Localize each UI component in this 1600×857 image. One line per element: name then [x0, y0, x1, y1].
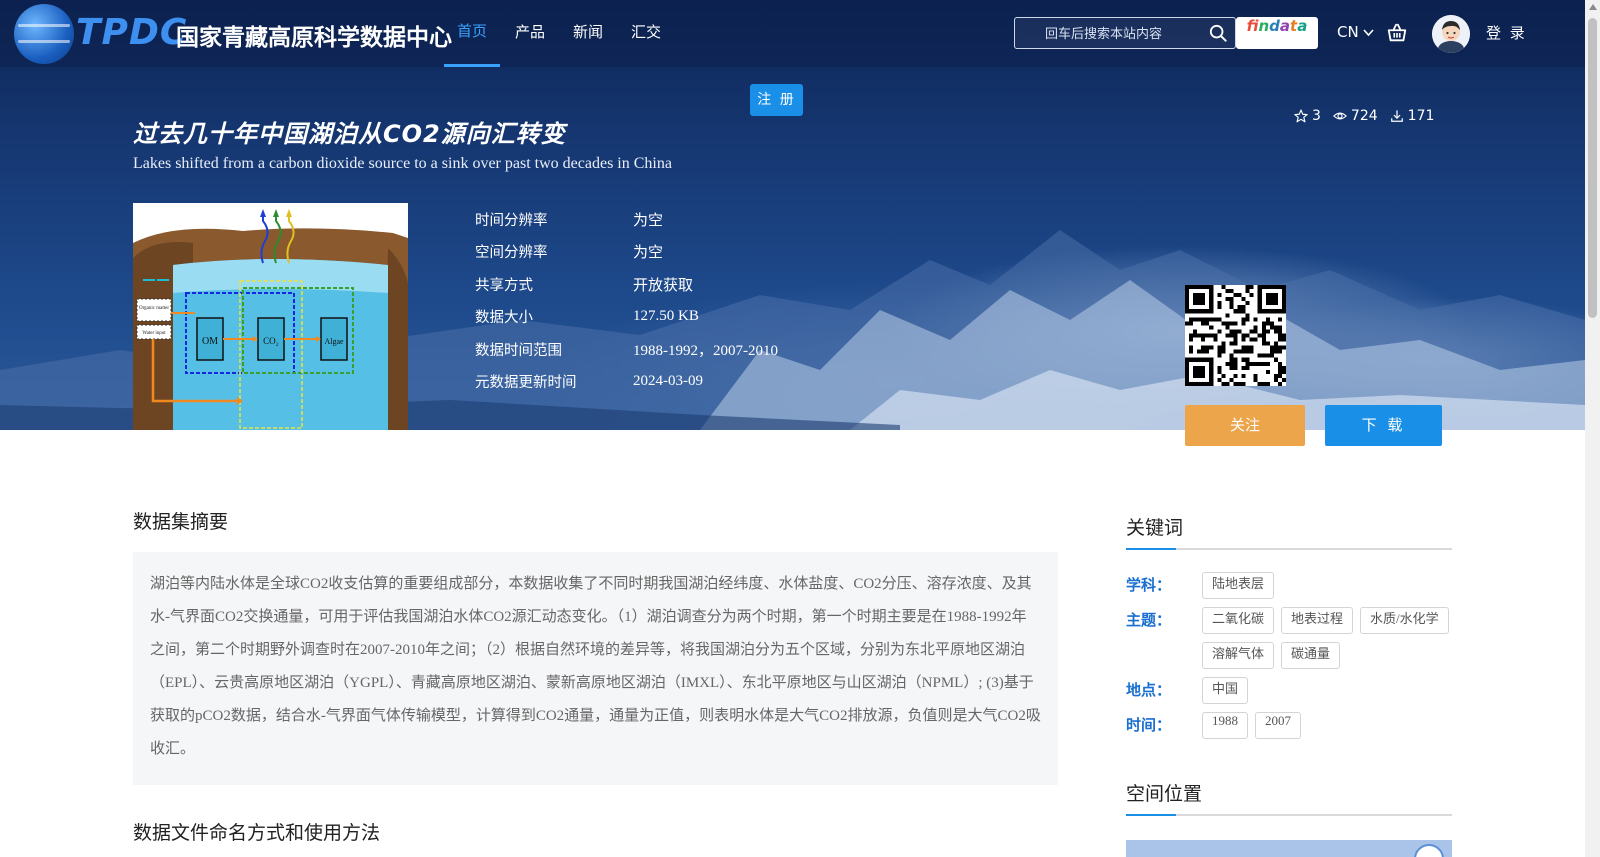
keyword-row-place: 地点： 中国 [1126, 677, 1452, 704]
scroll-thumb[interactable] [1588, 18, 1597, 318]
keyword-tag[interactable]: 溶解气体 [1202, 642, 1275, 669]
file-naming-title: 数据文件命名方式和使用方法 [133, 822, 381, 844]
diagram-left-label-1: Organic matter [139, 306, 169, 311]
keyword-tag[interactable]: 中国 [1202, 677, 1249, 704]
keyword-tag[interactable]: 地表过程 [1281, 607, 1354, 634]
search-box [1014, 17, 1236, 49]
dataset-meta: 时间分辨率 为空 空间分辨率 为空 共享方式 开放获取 数据大小 127.50 KB 数… [475, 203, 778, 398]
language-label: CN [1337, 23, 1359, 41]
downloads-count: 171 [1407, 108, 1435, 124]
register-button[interactable]: 注 册 [750, 84, 803, 116]
site-name[interactable]: 国家青藏高原科学数据中心 [176, 18, 452, 52]
download-button[interactable]: 下 载 [1325, 405, 1442, 446]
follow-button[interactable]: 关注 [1185, 405, 1305, 446]
meta-value: 为空 [633, 245, 664, 262]
dataset-title-cn: 过去几十年中国湖泊从CO2源向汇转变 [133, 120, 566, 148]
meta-label: 数据大小 [475, 310, 533, 327]
meta-row: 共享方式 开放获取 [475, 268, 778, 301]
keyword-label-place: 地点： [1126, 681, 1172, 699]
stat-downloads: 171 [1390, 108, 1435, 124]
dataset-title-en: Lakes shifted from a carbon dioxide sour… [133, 155, 672, 172]
meta-label: 元数据更新时间 [475, 375, 577, 392]
meta-label: 共享方式 [475, 277, 533, 294]
keywords-panel: 关键词 [1126, 513, 1452, 550]
logo-globe-icon[interactable] [14, 4, 74, 64]
stat-views: 724 [1332, 108, 1378, 124]
meta-row: 空间分辨率 为空 [475, 236, 778, 269]
keyword-tag[interactable]: 水质/水化学 [1360, 607, 1449, 634]
logo-text[interactable]: TPDC [76, 12, 187, 53]
keyword-tag[interactable]: 陆地表层 [1202, 572, 1275, 599]
scroll-up-icon[interactable] [1589, 4, 1597, 10]
star-icon [1294, 109, 1308, 123]
meta-value: 1988-1992，2007-2010 [633, 342, 778, 359]
diagram-algae-label: Algae [324, 337, 344, 346]
meta-value: 开放获取 [633, 277, 694, 294]
keyword-label-theme: 主题： [1126, 611, 1172, 629]
keyword-tags: 陆地表层 [1202, 572, 1452, 599]
top-header: TPDC 国家青藏高原科学数据中心 首页 产品 新闻 汇交 findata CN [0, 0, 1585, 67]
keyword-tags: 二氧化碳 地表过程 水质/水化学 溶解气体 碳通量 [1202, 607, 1452, 669]
diagram-om-label: OM [202, 336, 218, 347]
spatial-title: 空间位置 [1126, 779, 1452, 816]
keyword-label-subject: 学科： [1126, 576, 1172, 594]
views-count: 724 [1350, 108, 1378, 124]
cart-icon[interactable] [1386, 22, 1408, 44]
stat-stars[interactable]: 3 [1294, 108, 1321, 124]
keyword-tag[interactable]: 二氧化碳 [1202, 607, 1275, 634]
keyword-tag[interactable]: 碳通量 [1281, 642, 1341, 669]
abstract-text: 湖泊等内陆水体是全球CO2收支估算的重要组成部分，本数据收集了不同时期我国湖泊经… [133, 552, 1058, 785]
user-avatar[interactable] [1432, 15, 1470, 53]
meta-value: 2024-03-09 [633, 373, 703, 390]
keyword-tags: 中国 [1202, 677, 1452, 704]
diagram-co2-label: CO₂ [263, 336, 279, 346]
keyword-label-time: 时间： [1126, 716, 1172, 734]
chevron-down-icon [1363, 29, 1375, 37]
search-input[interactable] [1015, 18, 1205, 48]
meta-label: 空间分辨率 [475, 245, 548, 262]
abstract-title: 数据集摘要 [133, 511, 229, 533]
nav-news[interactable]: 新闻 [560, 0, 616, 67]
search-icon[interactable] [1209, 24, 1227, 42]
keyword-tag[interactable]: 2007 [1255, 712, 1301, 739]
dataset-stats: 3 724 171 [1294, 108, 1434, 124]
keyword-row-theme: 主题： 二氧化碳 地表过程 水质/水化学 溶解气体 碳通量 [1126, 607, 1452, 669]
findata-button[interactable]: findata [1236, 17, 1318, 49]
meta-value: 127.50 KB [633, 308, 699, 325]
qr-code [1185, 285, 1286, 386]
keyword-row-time: 时间： 1988 2007 [1126, 712, 1452, 739]
main-nav: 首页 产品 新闻 汇交 [444, 0, 676, 67]
nav-home[interactable]: 首页 [444, 0, 501, 67]
page-scrollbar[interactable] [1585, 0, 1600, 857]
language-switch[interactable]: CN [1337, 23, 1375, 41]
nav-products[interactable]: 产品 [502, 0, 558, 67]
diagram-left-label-2: Water input [142, 331, 166, 336]
meta-row: 元数据更新时间 2024-03-09 [475, 366, 778, 399]
eye-icon [1332, 112, 1347, 120]
dataset-thumbnail[interactable]: Organic matter Water input OM CO₂ Algae [133, 203, 408, 430]
meta-label: 数据时间范围 [475, 342, 562, 359]
download-icon [1390, 110, 1403, 122]
keyword-tag[interactable]: 1988 [1202, 712, 1248, 739]
login-link[interactable]: 登 录 [1486, 22, 1527, 43]
keyword-tags: 1988 2007 [1202, 712, 1452, 739]
spatial-panel: 空间位置 [1126, 779, 1452, 816]
keyword-row-subject: 学科： 陆地表层 [1126, 572, 1452, 599]
spatial-map[interactable] [1126, 840, 1452, 857]
meta-row: 数据时间范围 1988-1992，2007-2010 [475, 333, 778, 366]
meta-value: 为空 [633, 212, 664, 229]
meta-label: 时间分辨率 [475, 212, 548, 229]
nav-submit[interactable]: 汇交 [618, 0, 674, 67]
stars-count: 3 [1312, 108, 1321, 124]
keywords-title: 关键词 [1126, 513, 1452, 550]
meta-row: 时间分辨率 为空 [475, 203, 778, 236]
meta-row: 数据大小 127.50 KB [475, 301, 778, 334]
